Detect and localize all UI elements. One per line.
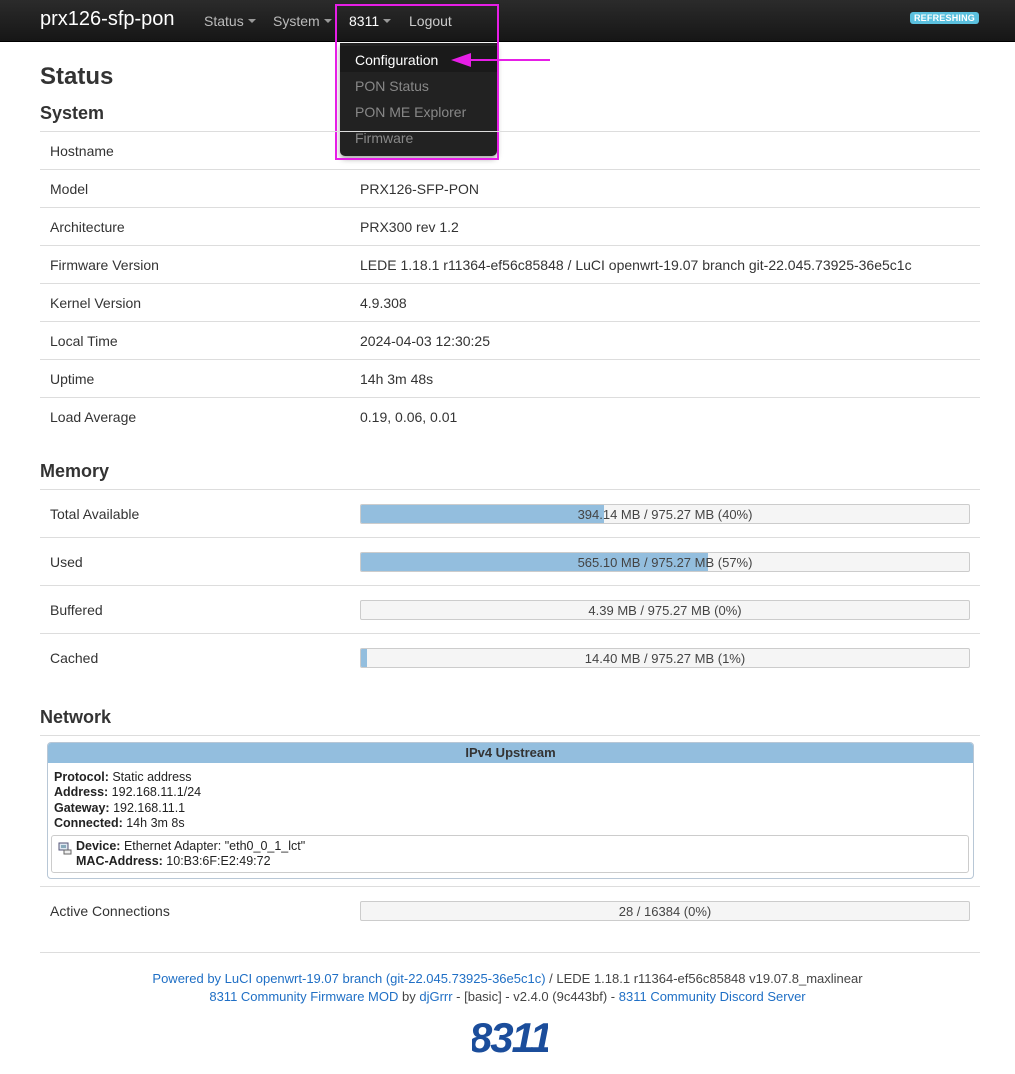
logo-8311[interactable]: 8311 (472, 1014, 548, 1058)
section-title-network: Network (40, 707, 112, 727)
progress-text: 565.10 MB / 975.27 MB (57%) (577, 555, 753, 570)
nav-system-label: System (273, 13, 320, 29)
table-row: Total Available 394.14 MB / 975.27 MB (40… (40, 489, 980, 537)
row-label: Model (50, 181, 89, 197)
footer-line-2: 8311 Community Firmware MOD by djGrrr - … (0, 989, 1015, 1004)
mod-link[interactable]: 8311 Community Firmware MOD (209, 989, 398, 1004)
row-label: Uptime (50, 371, 95, 387)
table-row: Uptime 14h 3m 48s (40, 359, 980, 397)
by-text: by (398, 989, 420, 1004)
caret-down-icon (383, 19, 392, 23)
progress-bar: 14.40 MB / 975.27 MB (1%) (360, 648, 970, 668)
progress-text: 14.40 MB / 975.27 MB (1%) (584, 651, 746, 666)
mac-label: MAC-Address: (76, 854, 163, 868)
navbar: prx126-sfp-pon Status System 8311 Logout… (0, 0, 1015, 42)
protocol-value: Static address (112, 770, 192, 784)
progress-bar: 565.10 MB / 975.27 MB (57%) (360, 552, 970, 572)
divider (40, 952, 980, 953)
table-row: Load Average 0.19, 0.06, 0.01 (40, 397, 980, 435)
row-value: 0.19, 0.06, 0.01 (360, 409, 458, 425)
progress-text: 28 / 16384 (0%) (618, 904, 712, 919)
divider (40, 735, 980, 736)
device-box: Device: Ethernet Adapter: "eth0_0_1_lct"… (51, 835, 969, 873)
row-label: Firmware Version (50, 257, 159, 273)
connected-value: 14h 3m 8s (126, 816, 185, 830)
device-label: Device: (76, 839, 121, 853)
row-label: Load Average (50, 409, 137, 425)
table-row: Model PRX126-SFP-PON (40, 169, 980, 207)
row-value: 2024-04-03 12:30:25 (360, 333, 490, 349)
address-line: Address: 192.168.11.1/24 (54, 785, 201, 799)
row-label: Architecture (50, 219, 125, 235)
footer-line-1: Powered by LuCI openwrt-19.07 branch (gi… (0, 971, 1015, 986)
row-label: Cached (50, 650, 99, 666)
progress-bar: 28 / 16384 (0%) (360, 901, 970, 921)
luci-link[interactable]: Powered by LuCI openwrt-19.07 branch (gi… (152, 971, 545, 986)
table-row: Active Connections 28 / 16384 (0%) (40, 886, 980, 934)
row-label: Total Available (50, 506, 140, 522)
row-label: Local Time (50, 333, 118, 349)
row-label: Active Connections (50, 903, 170, 919)
menu-item-pon-me-explorer[interactable]: PON ME Explorer (355, 104, 466, 120)
discord-link[interactable]: 8311 Community Discord Server (619, 989, 806, 1004)
connected-label: Connected: (54, 816, 123, 830)
device-value: Ethernet Adapter: "eth0_0_1_lct" (123, 839, 306, 853)
section-title-system: System (40, 103, 105, 123)
device-line: Device: Ethernet Adapter: "eth0_0_1_lct" (76, 839, 305, 853)
nav-status-menu[interactable]: Status (204, 13, 256, 29)
mac-line: MAC-Address: 10:B3:6F:E2:49:72 (76, 854, 271, 868)
row-label: Used (50, 554, 83, 570)
ipv4-upstream-box: IPv4 Upstream Protocol: Static address A… (47, 742, 974, 879)
version-text: - [basic] - v2.4.0 (9c443bf) - (452, 989, 619, 1004)
address-label: Address: (54, 785, 109, 799)
menu-item-configuration[interactable]: Configuration (355, 52, 438, 68)
table-row: Architecture PRX300 rev 1.2 (40, 207, 980, 245)
nav-8311-menu[interactable]: 8311 (349, 13, 392, 29)
table-row: Cached 14.40 MB / 975.27 MB (1%) (40, 633, 980, 681)
caret-down-icon (323, 19, 332, 23)
row-label: Kernel Version (50, 295, 142, 311)
nav-status-label: Status (204, 13, 244, 29)
lede-text: / LEDE 1.18.1 r11364-ef56c85848 v19.07.8… (545, 971, 863, 986)
pointer-arrow-icon (451, 53, 550, 67)
mac-value: 10:B3:6F:E2:49:72 (166, 854, 271, 868)
connected-line: Connected: 14h 3m 8s (54, 816, 185, 830)
ethernet-icon (58, 842, 72, 855)
table-row: Used 565.10 MB / 975.27 MB (57%) (40, 537, 980, 585)
progress-bar: 394.14 MB / 975.27 MB (40%) (360, 504, 970, 524)
gateway-value: 192.168.11.1 (113, 801, 186, 815)
gateway-label: Gateway: (54, 801, 110, 815)
row-value: LEDE 1.18.1 r11364-ef56c85848 / LuCI ope… (360, 257, 912, 273)
row-value: PRX300 rev 1.2 (360, 219, 459, 235)
section-title-memory: Memory (40, 461, 110, 481)
progress-bar: 4.39 MB / 975.27 MB (0%) (360, 600, 970, 620)
nav-8311-label: 8311 (349, 13, 380, 29)
address-value: 192.168.11.1/24 (111, 785, 202, 799)
caret-down-icon (247, 19, 256, 23)
protocol-label: Protocol: (54, 770, 109, 784)
table-row: Kernel Version 4.9.308 (40, 283, 980, 321)
ipv4-upstream-title: IPv4 Upstream (48, 743, 973, 763)
table-row: Local Time 2024-04-03 12:30:25 (40, 321, 980, 359)
row-label: Buffered (50, 602, 103, 618)
nav-logout[interactable]: Logout (409, 13, 452, 29)
protocol-line: Protocol: Static address (54, 770, 192, 784)
table-row: Firmware Version LEDE 1.18.1 r11364-ef56c… (40, 245, 980, 283)
nav-system-menu[interactable]: System (273, 13, 332, 29)
brand[interactable]: prx126-sfp-pon (40, 8, 175, 31)
row-value: 4.9.308 (360, 295, 407, 311)
row-value: 14h 3m 48s (360, 371, 434, 387)
table-row: Buffered 4.39 MB / 975.27 MB (0%) (40, 585, 980, 633)
page-title: Status (40, 63, 114, 90)
gateway-line: Gateway: 192.168.11.1 (54, 801, 185, 815)
row-label: Hostname (50, 143, 114, 159)
menu-item-pon-status[interactable]: PON Status (355, 78, 429, 94)
row-value: PRX126-SFP-PON (360, 181, 480, 197)
progress-text: 4.39 MB / 975.27 MB (0%) (588, 603, 742, 618)
author-link[interactable]: djGrrr (419, 989, 452, 1004)
refreshing-badge[interactable]: REFRESHING (909, 12, 979, 24)
logo-text: 8311 (472, 1014, 548, 1058)
table-row: Hostname (40, 131, 980, 169)
progress-text: 394.14 MB / 975.27 MB (40%) (577, 507, 753, 522)
